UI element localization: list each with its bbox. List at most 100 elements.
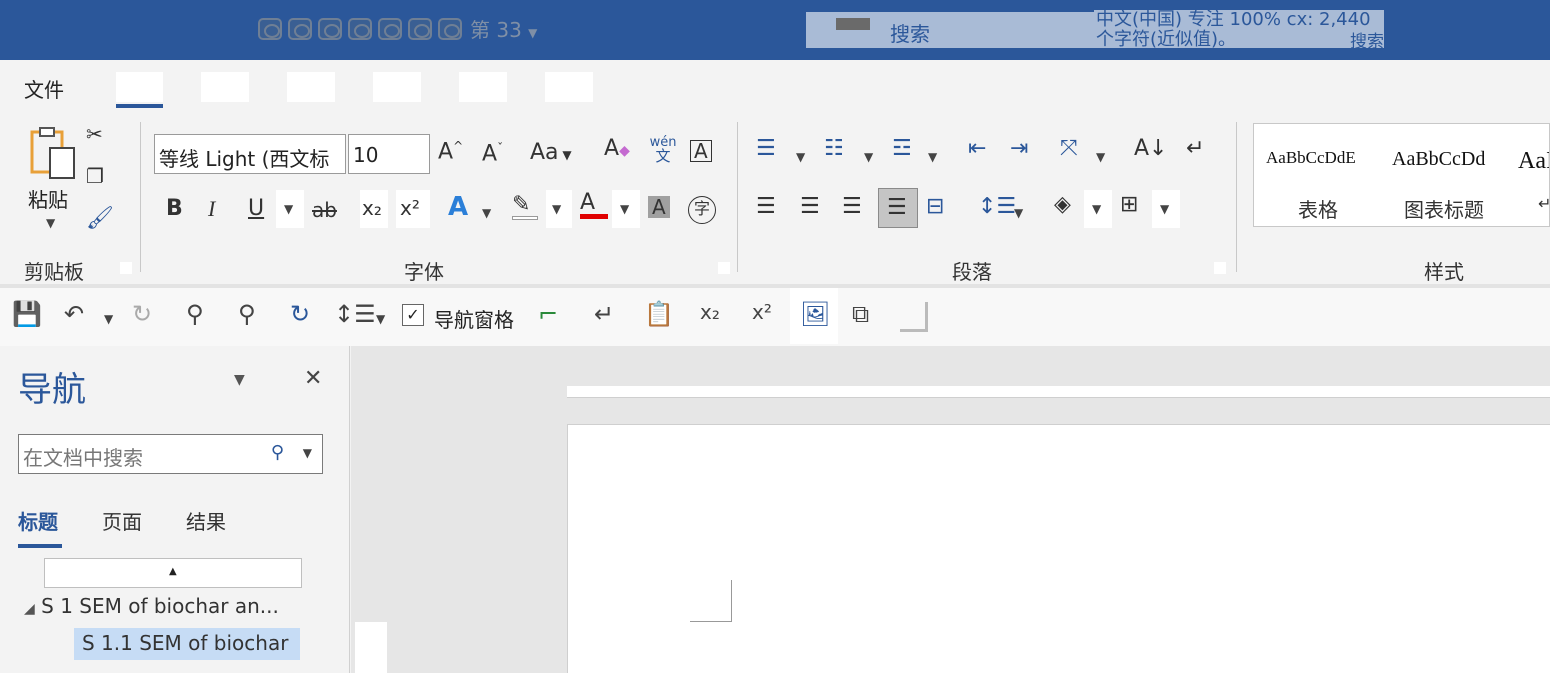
shading-dropdown[interactable]: ▼ (1084, 190, 1112, 228)
increase-indent-icon[interactable]: ⇥ (1010, 138, 1028, 160)
shrink-font-icon[interactable]: Aˇ (482, 142, 503, 165)
underline-dropdown[interactable]: ▼ (276, 190, 304, 228)
dialog-launcher-icon[interactable] (718, 262, 730, 274)
justify-button[interactable]: ☰ (878, 188, 918, 228)
align-left-icon[interactable]: ☰ (756, 196, 776, 218)
line-spacing-icon[interactable]: ↕☰ (334, 302, 376, 326)
heading-item-selected[interactable]: S 1.1 SEM of biochar (74, 628, 300, 660)
font-name-combo[interactable]: 等线 Light (西文标 (154, 134, 346, 174)
borders-dropdown[interactable]: ▼ (1152, 190, 1180, 228)
nav-tab-headings[interactable]: 标题 (18, 506, 58, 535)
character-shading-icon[interactable]: A (648, 196, 670, 218)
chevron-down-icon[interactable]: ▼ (376, 312, 385, 326)
nav-tab-pages[interactable]: 页面 (102, 506, 142, 535)
comment-icon[interactable]: ⌐ (538, 302, 558, 326)
highlighter-icon[interactable]: ✎ (512, 194, 538, 220)
text-direction-icon[interactable]: ⤧ (1060, 138, 1078, 160)
enclose-characters-button[interactable]: 字 (688, 196, 716, 224)
replace-icon[interactable]: ↻ (290, 302, 310, 326)
bullets-icon[interactable]: ☰ (756, 138, 776, 160)
chevron-down-icon[interactable]: ▼ (1014, 206, 1023, 220)
title-bar: 第 33 ▼ 搜索 中文(中国) 专注 100% cx: 2,440 个字符(近… (0, 0, 1550, 60)
bold-button[interactable]: B (166, 198, 183, 220)
tab-review[interactable] (545, 72, 593, 102)
paragraph-mark-icon[interactable]: ↵ (594, 302, 614, 326)
copy-format-icon[interactable]: ⧉ (852, 302, 869, 326)
dialog-launcher-icon[interactable] (1214, 262, 1226, 274)
style-name: 表格 (1298, 198, 1338, 222)
tab-references[interactable] (459, 72, 507, 102)
italic-button[interactable]: I (208, 198, 215, 220)
chevron-down-icon[interactable]: ▼ (104, 312, 113, 326)
find-icon[interactable]: ⚲ (238, 302, 256, 326)
search-box[interactable]: 搜索 (806, 12, 1094, 48)
font-size-combo[interactable]: 10 (348, 134, 430, 174)
document-page[interactable] (567, 424, 1550, 673)
numbering-icon[interactable]: ☷ (824, 138, 844, 160)
superscript-button[interactable]: x² (396, 190, 430, 228)
document-page-bottom[interactable] (567, 386, 1550, 398)
cut-icon[interactable]: ✂ (86, 124, 103, 144)
chevron-down-icon[interactable]: ▼ (303, 446, 312, 460)
multilevel-list-icon[interactable]: ☲ (892, 138, 912, 160)
distributed-icon[interactable]: ⊟ (926, 196, 944, 218)
format-painter-icon[interactable]: 🖌 (86, 208, 114, 230)
chevron-down-icon[interactable]: ▼ (928, 150, 937, 164)
close-icon[interactable]: ✕ (304, 366, 322, 391)
copy-icon[interactable]: ❐ (86, 166, 104, 186)
chevron-down-icon[interactable]: ▼ (482, 206, 491, 220)
tab-home[interactable] (116, 72, 163, 102)
font-color-icon[interactable]: A (580, 192, 608, 219)
change-case-button[interactable]: Aa ▼ (530, 142, 572, 164)
tab-insert[interactable] (201, 72, 249, 102)
chevron-down-icon[interactable]: ▼ (864, 150, 873, 164)
subscript-button[interactable]: x₂ (360, 190, 388, 228)
tab-layout[interactable] (373, 72, 421, 102)
clear-formatting-icon[interactable]: A◆ (604, 138, 630, 160)
tab-file[interactable]: 文件 (24, 74, 64, 104)
sort-icon[interactable]: A↓ (1134, 138, 1167, 160)
character-border-icon[interactable]: A (690, 140, 712, 162)
paste-special-icon[interactable]: 📋 (644, 302, 674, 326)
shading-icon[interactable]: ◈ (1054, 194, 1071, 216)
nav-pane-checkbox[interactable]: ✓ (402, 304, 424, 326)
text-effects-icon[interactable]: A (448, 194, 468, 220)
search-icon[interactable]: ⚲ (186, 302, 204, 326)
nav-tab-results[interactable]: 结果 (186, 506, 226, 535)
paste-button[interactable] (28, 126, 76, 182)
phonetic-guide-button[interactable]: wén 文 (648, 136, 678, 164)
nav-options-chevron-icon[interactable]: ▼ (234, 372, 245, 388)
align-right-icon[interactable]: ☰ (842, 196, 862, 218)
superscript-icon[interactable]: x² (752, 302, 772, 322)
chevron-down-icon[interactable]: ▼ (46, 216, 55, 230)
search-icon[interactable]: ⚲ (271, 442, 284, 463)
save-icon[interactable]: 💾 (12, 302, 42, 326)
styles-gallery[interactable]: AaBbCcDdE 表格 AaBbCcDd 图表标题 AaI ↵ (1253, 123, 1550, 227)
tree-scroll-up[interactable]: ▲ (44, 558, 302, 588)
insert-picture-button[interactable]: 🖼 (790, 288, 838, 344)
chevron-down-icon[interactable]: ▼ (796, 150, 805, 164)
line-spacing-icon[interactable]: ↕☰ (978, 196, 1016, 218)
chevron-down-icon[interactable]: ▼ (1096, 150, 1105, 164)
collapse-triangle-icon[interactable]: ◢ (24, 601, 35, 617)
page-indicator[interactable]: 第 33 ▼ (470, 14, 537, 43)
undo-icon[interactable]: ↶ (64, 302, 84, 326)
align-center-icon[interactable]: ☰ (800, 196, 820, 218)
strikethrough-button[interactable]: ab (312, 200, 337, 220)
dialog-launcher-icon[interactable] (120, 262, 132, 274)
grow-font-icon[interactable]: A^ (438, 140, 463, 163)
subscript-icon[interactable]: x₂ (700, 302, 720, 322)
highlight-dropdown[interactable]: ▼ (546, 190, 572, 228)
heading-item[interactable]: ◢ S 1 SEM of biochar an... (24, 594, 279, 618)
nav-search-input[interactable]: 在文档中搜索 ⚲ ▼ (18, 434, 323, 474)
underline-button[interactable]: U (248, 198, 264, 220)
show-marks-icon[interactable]: ↵ (1186, 138, 1204, 160)
font-name-value: 等线 Light (西文标 (159, 147, 330, 171)
qat-ghost-icon (438, 18, 462, 40)
font-color-dropdown[interactable]: ▼ (612, 190, 640, 228)
redo-icon[interactable]: ↻ (132, 302, 152, 326)
chevron-down-icon: ▼ (620, 202, 630, 216)
borders-icon[interactable]: ⊞ (1120, 194, 1138, 216)
tab-design[interactable] (287, 72, 335, 102)
decrease-indent-icon[interactable]: ⇤ (968, 138, 986, 160)
